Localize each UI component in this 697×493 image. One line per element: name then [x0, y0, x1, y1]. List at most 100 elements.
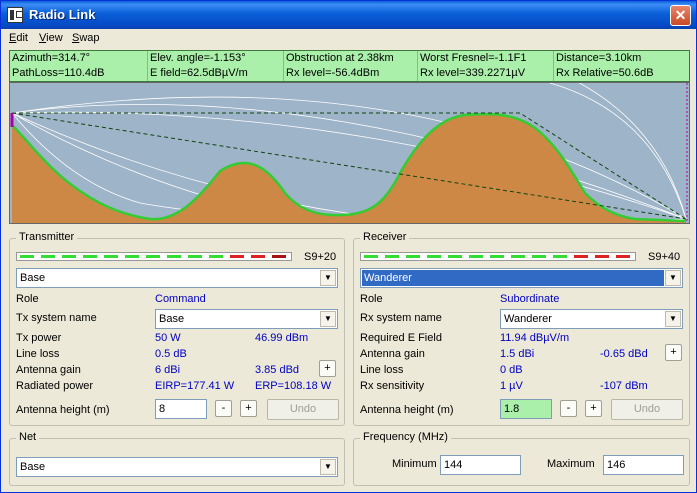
rx-sensitivity-label: Rx sensitivity [360, 380, 425, 392]
tx-meter-segment [146, 255, 160, 258]
tx-meter-segment [251, 255, 265, 258]
tx-height-label: Antenna height (m) [16, 404, 110, 416]
rx-role-value: Subordinate [500, 293, 560, 305]
tx-height-input[interactable]: 8 [155, 399, 207, 419]
radio-link-window: Radio Link ✕ Edit View Swap Azimuth=314.… [0, 0, 697, 493]
chevron-down-icon[interactable]: ▼ [665, 270, 681, 286]
path-profile-graph [10, 83, 688, 223]
tx-power-label: Tx power [16, 332, 62, 344]
rx-system-value: Wanderer [504, 313, 552, 325]
tx-undo-button[interactable]: Undo [267, 399, 339, 420]
rx-gain-plus-button[interactable]: + [665, 344, 682, 361]
tx-power-watts: 50 W [155, 332, 181, 344]
rx-meter-segment [553, 255, 567, 258]
frequency-min-label: Minimum [392, 458, 437, 470]
frequency-max-input[interactable]: 146 [603, 455, 684, 475]
rx-meter-segment [490, 255, 504, 258]
rx-meter-segment [406, 255, 420, 258]
rx-sensitivity-dbm: -107 dBm [600, 380, 648, 392]
rx-undo-button[interactable]: Undo [611, 399, 683, 420]
tx-meter-segment [188, 255, 202, 258]
efield-readout: E field=62.5dBµV/m [148, 66, 284, 81]
net-value: Base [20, 461, 46, 473]
chevron-down-icon[interactable]: ▼ [320, 311, 336, 327]
app-icon [7, 7, 23, 23]
rx-meter-segment [532, 255, 546, 258]
tx-gain-dbd: 3.85 dBd [255, 364, 300, 376]
tx-system-select[interactable]: Base ▼ [155, 309, 338, 329]
title-bar[interactable]: Radio Link ✕ [1, 1, 696, 29]
azimuth-readout: Azimuth=314.7° [10, 51, 148, 66]
tx-meter-segment [62, 255, 76, 258]
tx-system-label: Tx system name [16, 312, 97, 324]
tx-signal-meter [16, 252, 292, 261]
tx-role-value: Command [155, 293, 206, 305]
frequency-group: Frequency (MHz) Minimum 144 Maximum 146 [353, 431, 690, 486]
rx-meter-segment [427, 255, 441, 258]
tx-eirp-value: EIRP=177.41 W [155, 380, 235, 392]
tx-unit-select[interactable]: Base ▼ [16, 268, 338, 288]
tx-meter-segment [104, 255, 118, 258]
distance-readout: Distance=3.10km [556, 52, 642, 64]
rx-meter-segment [595, 255, 609, 258]
rx-level-dbm-readout: Rx level=-56.4dBm [284, 66, 418, 81]
rx-signal-meter [360, 252, 636, 261]
tx-height-plus-button[interactable]: + [240, 400, 257, 417]
terrain-profile [12, 113, 686, 223]
window-title: Radio Link [29, 7, 96, 22]
tx-erp-value: ERP=108.18 W [255, 380, 332, 392]
menu-view[interactable]: View [39, 32, 63, 44]
rx-gain-label: Antenna gain [360, 348, 425, 360]
rx-system-select[interactable]: Wanderer ▼ [500, 309, 683, 329]
tx-meter-label: S9+20 [304, 251, 337, 263]
transmitter-group: Transmitter S9+20 Base ▼ Role Command Tx… [9, 231, 345, 426]
menu-swap[interactable]: Swap [72, 32, 100, 44]
tx-meter-segment [167, 255, 181, 258]
tx-loss-label: Line loss [16, 348, 60, 360]
net-group: Net Base ▼ [9, 431, 345, 486]
rx-meter-segment [511, 255, 525, 258]
transmitter-legend: Transmitter [16, 231, 78, 243]
tx-power-dbm: 46.99 dBm [255, 332, 309, 344]
elevation-readout: Elev. angle=-1.153° [148, 51, 284, 66]
frequency-max-label: Maximum [547, 458, 595, 470]
fresnel-readout: Worst Fresnel=-1.1F1 [418, 51, 554, 66]
tx-gain-dbi: 6 dBi [155, 364, 181, 376]
tx-meter-segment [83, 255, 97, 258]
frequency-min-input[interactable]: 144 [440, 455, 521, 475]
rx-meter-segment [385, 255, 399, 258]
close-button[interactable]: ✕ [670, 5, 691, 26]
rx-loss-label: Line loss [360, 364, 404, 376]
receiver-legend: Receiver [360, 231, 410, 243]
chevron-down-icon[interactable]: ▼ [665, 311, 681, 327]
rx-unit-select[interactable]: Wanderer ▼ [360, 268, 683, 288]
rx-height-input[interactable]: 1.8 [500, 399, 552, 419]
rx-height-plus-button[interactable]: + [585, 400, 602, 417]
tx-height-minus-button[interactable]: - [215, 400, 232, 417]
rx-sensitivity-uv: 1 µV [500, 380, 523, 392]
rx-unit-value: Wanderer [362, 270, 664, 286]
tx-gain-label: Antenna gain [16, 364, 81, 376]
rx-meter-segment [364, 255, 378, 258]
rx-height-label: Antenna height (m) [360, 404, 454, 416]
tx-radiated-label: Radiated power [16, 380, 94, 392]
menu-edit[interactable]: Edit [9, 32, 28, 44]
rx-meter-segment [574, 255, 588, 258]
chevron-down-icon[interactable]: ▼ [320, 459, 336, 475]
tx-unit-value: Base [20, 272, 46, 284]
tx-meter-segment [20, 255, 34, 258]
rx-height-minus-button[interactable]: - [560, 400, 577, 417]
tx-meter-segment [41, 255, 55, 258]
link-info-panel: Azimuth=314.7° Elev. angle=-1.153° Obstr… [9, 50, 690, 82]
net-select[interactable]: Base ▼ [16, 457, 338, 477]
rx-gain-dbd: -0.65 dBd [600, 348, 648, 360]
line-of-sight [11, 112, 687, 220]
rx-meter-segment [616, 255, 630, 258]
path-profile-view[interactable] [9, 82, 690, 224]
receiver-group: Receiver S9+40 Wanderer ▼ Role Subordina… [353, 231, 690, 426]
tx-meter-segment [272, 255, 286, 258]
menu-bar: Edit View Swap [1, 30, 696, 48]
pathloss-readout: PathLoss=110.4dB [10, 66, 148, 81]
chevron-down-icon[interactable]: ▼ [320, 270, 336, 286]
tx-gain-plus-button[interactable]: + [319, 360, 336, 377]
